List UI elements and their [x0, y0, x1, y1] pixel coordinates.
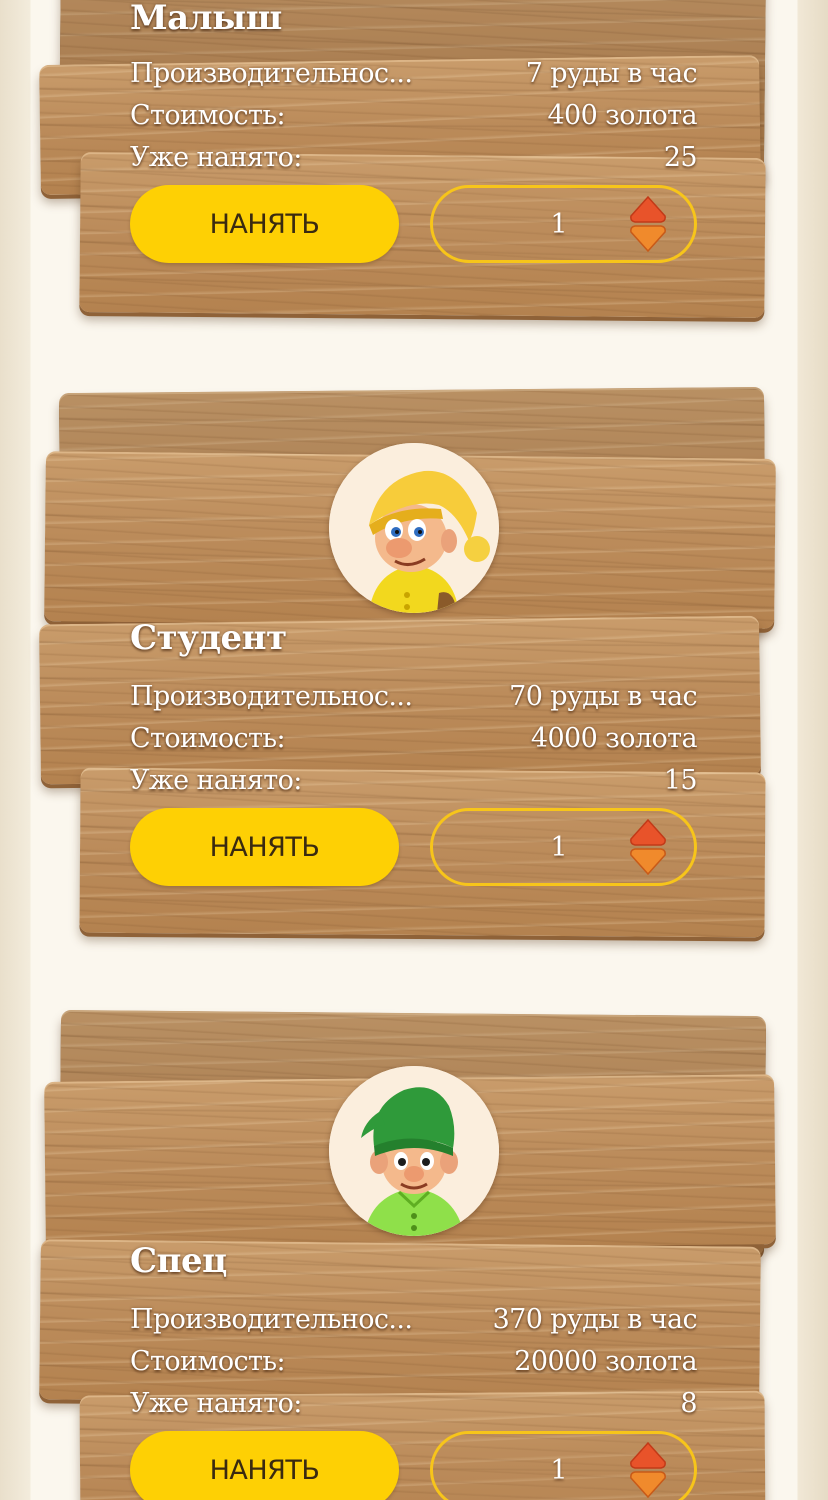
cost-label: Стоимость: — [130, 99, 286, 131]
productivity-row: Производительнос... 370 руды в час — [130, 1299, 698, 1339]
hire-button[interactable]: НАНЯТЬ — [130, 185, 399, 263]
cost-value: 400 золота — [547, 99, 697, 131]
worker-card-malysh: Малыш Производительнос... 7 руды в час С… — [39, 0, 785, 325]
productivity-label: Производительнос... — [130, 57, 413, 89]
worker-title: Малыш — [130, 0, 282, 38]
avatar — [329, 1066, 499, 1236]
quantity-stepper[interactable]: 1 — [430, 1431, 697, 1500]
worker-title: Студент — [130, 618, 287, 658]
hired-row: Уже нанято: 15 — [130, 760, 698, 800]
productivity-row: Производительнос... 7 руды в час — [130, 53, 698, 93]
cost-label: Стоимость: — [130, 1345, 286, 1377]
up-down-arrows-icon[interactable] — [629, 1442, 667, 1498]
hired-label: Уже нанято: — [130, 764, 302, 796]
worker-card-spec: Спец Производительнос... 370 руды в час … — [39, 1008, 785, 1500]
gnome-green-cap-icon — [329, 1066, 499, 1236]
hire-button[interactable]: НАНЯТЬ — [130, 808, 399, 886]
productivity-label: Производительнос... — [130, 680, 413, 712]
hired-value: 25 — [663, 141, 698, 173]
hire-button[interactable]: НАНЯТЬ — [130, 1431, 399, 1500]
productivity-value: 70 руды в час — [509, 680, 697, 712]
cost-value: 20000 золота — [514, 1345, 697, 1377]
gnome-yellow-cap-icon — [329, 443, 499, 613]
hired-value: 8 — [680, 1387, 697, 1419]
hired-label: Уже нанято: — [130, 1387, 302, 1419]
worker-card-student: Студент Производительнос... 70 руды в ча… — [39, 385, 785, 950]
productivity-value: 7 руды в час — [525, 57, 698, 89]
up-down-arrows-icon[interactable] — [629, 196, 667, 252]
up-down-arrows-icon[interactable] — [629, 819, 667, 875]
productivity-row: Производительнос... 70 руды в час — [130, 676, 698, 716]
productivity-label: Производительнос... — [130, 1303, 413, 1335]
cost-row: Стоимость: 400 золота — [130, 95, 698, 135]
worker-title: Спец — [130, 1241, 227, 1281]
cost-value: 4000 золота — [530, 722, 698, 754]
quantity-stepper[interactable]: 1 — [430, 808, 697, 886]
avatar — [329, 443, 499, 613]
cost-row: Стоимость: 4000 золота — [130, 718, 698, 758]
hired-value: 15 — [663, 764, 698, 796]
quantity-stepper[interactable]: 1 — [430, 185, 697, 263]
productivity-value: 370 руды в час — [492, 1303, 698, 1335]
hired-row: Уже нанято: 8 — [130, 1383, 698, 1423]
hired-label: Уже нанято: — [130, 141, 302, 173]
cost-row: Стоимость: 20000 золота — [130, 1341, 698, 1381]
cost-label: Стоимость: — [130, 722, 286, 754]
hired-row: Уже нанято: 25 — [130, 137, 698, 177]
